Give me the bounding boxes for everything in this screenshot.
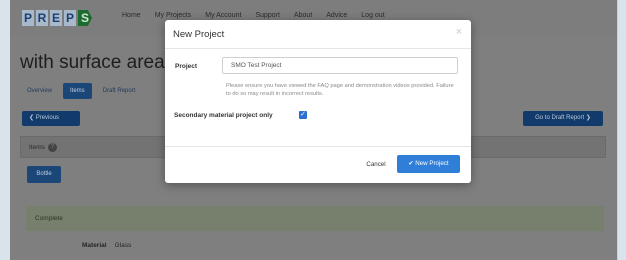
project-label: Project xyxy=(175,63,198,70)
tab-bar: Overview Items Draft Report xyxy=(20,83,142,99)
material-label: Material xyxy=(82,242,107,249)
app-page: P R E P S Home My Projects My Account Su… xyxy=(10,0,618,260)
secondary-material-label: Secondary material project only xyxy=(174,112,273,119)
nav-item-home[interactable]: Home xyxy=(122,12,141,19)
nav-item-my-projects[interactable]: My Projects xyxy=(155,12,192,19)
nav-menu: Home My Projects My Account Support Abou… xyxy=(122,12,385,19)
nav-item-log-out[interactable]: Log out xyxy=(361,12,384,19)
logo-letter: P xyxy=(22,10,34,26)
nav-item-my-account[interactable]: My Account xyxy=(205,12,241,19)
go-to-draft-report-button[interactable]: Go to Draft Report ❯ xyxy=(523,111,603,126)
items-section-label: Items xyxy=(29,144,45,151)
material-value: Glass xyxy=(114,242,132,249)
complete-status-bar: Complete xyxy=(26,206,604,231)
logo-letter: P xyxy=(64,10,76,26)
modal-title: New Project xyxy=(173,29,225,40)
question-icon[interactable]: ? xyxy=(47,142,57,152)
nav-item-advice[interactable]: Advice xyxy=(326,12,347,19)
item-bottle-button[interactable]: Bottle xyxy=(27,166,61,183)
cancel-button[interactable]: Cancel xyxy=(360,156,392,174)
project-name-input[interactable]: SMO Test Project xyxy=(222,57,458,74)
modal-header: New Project × xyxy=(165,20,471,49)
preps-logo[interactable]: P R E P S xyxy=(22,10,92,26)
secondary-material-checkbox[interactable]: ✓ xyxy=(299,111,307,119)
logo-letter: E xyxy=(50,10,62,26)
logo-letter: S xyxy=(78,10,92,26)
nav-item-about[interactable]: About xyxy=(294,12,312,19)
logo-letter: R xyxy=(36,10,48,26)
tab-draft-report[interactable]: Draft Report xyxy=(96,83,143,99)
new-project-modal: New Project × Project SMO Test Project P… xyxy=(165,20,471,183)
tab-items[interactable]: Items xyxy=(63,83,92,99)
previous-button[interactable]: ❮ Previous xyxy=(22,111,80,126)
material-row: Material Glass xyxy=(82,242,131,249)
project-help-text: Please ensure you have viewed the FAQ pa… xyxy=(226,83,454,98)
tab-overview[interactable]: Overview xyxy=(20,83,59,99)
nav-item-support[interactable]: Support xyxy=(255,12,280,19)
close-icon[interactable]: × xyxy=(456,26,462,38)
page-title: with surface area xyxy=(20,52,165,73)
right-frame-strip xyxy=(617,0,626,260)
new-project-button[interactable]: ✔ New Project xyxy=(397,155,460,173)
